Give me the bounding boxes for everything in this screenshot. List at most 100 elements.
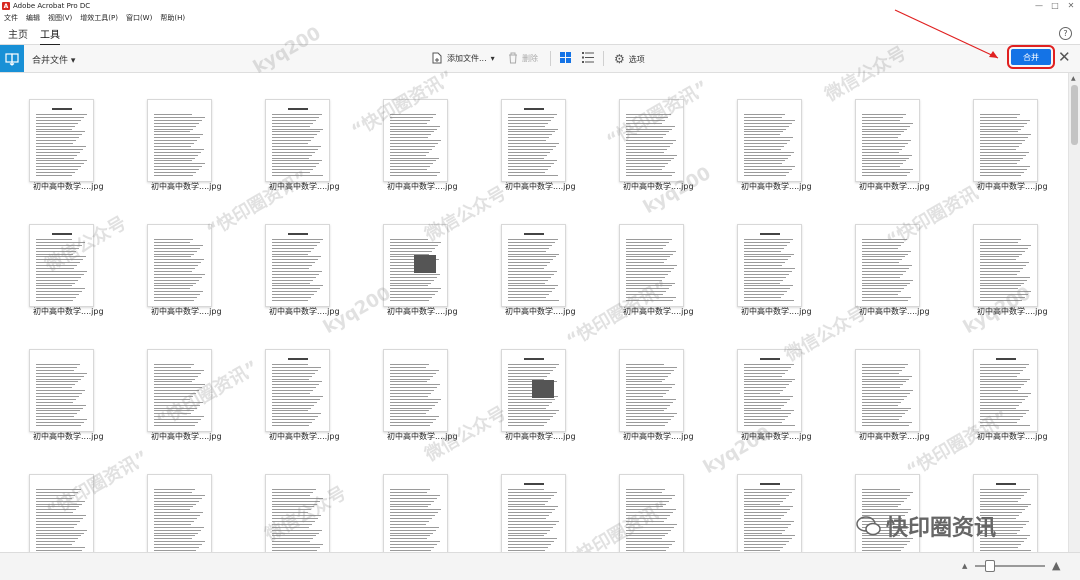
minimize-button[interactable]: — (1034, 1, 1044, 10)
delete-button[interactable]: 删除 (508, 52, 538, 64)
file-thumbnail[interactable]: 初中高中数学....jpg (826, 323, 946, 441)
menu-edit[interactable]: 编辑 (22, 13, 44, 23)
close-tool-icon[interactable]: ✕ (1058, 48, 1071, 66)
file-thumbnail[interactable]: 初中高中数学....jpg (944, 323, 1064, 441)
page-text-line (154, 535, 195, 537)
file-thumbnail[interactable]: 初中高中数学....jpg (118, 198, 238, 316)
file-thumbnail[interactable]: 初中高中数学....jpg (826, 73, 946, 191)
grid-view-button[interactable] (560, 52, 571, 63)
page-text-line (862, 279, 913, 281)
options-button[interactable]: ⚙ 选项 (614, 52, 645, 66)
vertical-scrollbar[interactable]: ▲ (1068, 73, 1080, 552)
file-thumbnail[interactable]: 初中高中数学....jpg (590, 73, 710, 191)
page-text-line (626, 241, 669, 243)
combine-files-label[interactable]: 合并文件 ▾ (32, 53, 75, 66)
file-thumbnail[interactable]: 初中高中数学....jpg (236, 73, 356, 191)
file-thumbnail[interactable]: 初中高中数学....jpg (590, 198, 710, 316)
zoom-in-icon[interactable]: ▲ (1052, 559, 1060, 572)
window-controls: — □ ✕ (1034, 1, 1076, 10)
page-text-line (626, 526, 674, 528)
file-name-label: 初中高中数学....jpg (33, 432, 104, 441)
page-text-line (36, 372, 87, 374)
slider-handle[interactable] (985, 560, 995, 572)
page-preview (29, 224, 94, 307)
file-thumbnail[interactable]: 初中高中数学....jpg (708, 198, 828, 316)
page-preview (501, 349, 566, 432)
menu-view[interactable]: 视图(V) (44, 13, 76, 23)
file-thumbnail[interactable] (0, 448, 120, 552)
page-text-line (862, 241, 904, 243)
tab-tools[interactable]: 工具 (40, 26, 60, 46)
scrollbar-thumb[interactable] (1071, 85, 1078, 145)
file-thumbnail[interactable]: 初中高中数学....jpg (472, 73, 592, 191)
file-thumbnail[interactable]: 初中高中数学....jpg (708, 323, 828, 441)
file-thumbnail[interactable]: 初中高中数学....jpg (236, 323, 356, 441)
file-thumbnail[interactable] (708, 448, 828, 552)
page-text-line (154, 395, 193, 397)
file-thumbnail[interactable]: 初中高中数学....jpg (354, 73, 474, 191)
file-thumbnail[interactable]: 初中高中数学....jpg (944, 198, 1064, 316)
page-text-line (980, 288, 1018, 290)
page-text-line (862, 148, 902, 150)
file-thumbnail[interactable] (118, 448, 238, 552)
page-text-line (980, 544, 1021, 546)
page-text-line (272, 395, 323, 397)
page-preview (737, 349, 802, 432)
menu-help[interactable]: 帮助(H) (156, 13, 189, 23)
file-thumbnail[interactable]: 初中高中数学....jpg (354, 323, 474, 441)
page-heading-line (524, 358, 544, 360)
page-text-line (508, 512, 552, 514)
zoom-out-icon[interactable]: ▲ (962, 562, 967, 570)
merge-button[interactable]: 合并 (1007, 45, 1055, 69)
file-thumbnail[interactable] (590, 448, 710, 552)
add-files-button[interactable]: 添加文件... ▾ (432, 52, 495, 64)
page-text-line (272, 518, 318, 519)
page-text-line (626, 532, 668, 534)
page-text-line (390, 244, 438, 246)
page-text-line (272, 244, 317, 246)
page-text-line (154, 494, 205, 496)
file-thumbnail[interactable]: 初中高中数学....jpg (236, 198, 356, 316)
page-text-line (626, 128, 672, 130)
file-thumbnail[interactable] (472, 448, 592, 552)
file-thumbnail[interactable] (354, 448, 474, 552)
menu-plugins[interactable]: 增效工具(P) (76, 13, 122, 23)
page-text-line (272, 520, 315, 522)
page-text-line (626, 114, 671, 115)
file-thumbnail[interactable]: 初中高中数学....jpg (708, 73, 828, 191)
page-preview (501, 224, 566, 307)
page-text-line (272, 282, 310, 284)
file-thumbnail[interactable]: 初中高中数学....jpg (944, 73, 1064, 191)
file-thumbnail[interactable]: 初中高中数学....jpg (0, 198, 120, 316)
page-text-line (980, 163, 1017, 165)
page-text-line (36, 393, 82, 394)
page-preview (855, 349, 920, 432)
file-thumbnail[interactable]: 初中高中数学....jpg (354, 198, 474, 316)
page-text-line (36, 239, 72, 240)
page-text-line (390, 529, 436, 531)
page-text-line (36, 273, 84, 275)
file-thumbnail[interactable]: 初中高中数学....jpg (472, 323, 592, 441)
page-text-line (626, 160, 671, 162)
file-thumbnail[interactable] (236, 448, 356, 552)
scroll-up-icon[interactable]: ▲ (1071, 75, 1076, 82)
page-text-line (272, 384, 319, 386)
page-text-line (626, 116, 668, 118)
close-window-button[interactable]: ✕ (1066, 1, 1076, 10)
file-thumbnail[interactable]: 初中高中数学....jpg (0, 73, 120, 191)
help-icon[interactable]: ? (1059, 27, 1072, 40)
maximize-button[interactable]: □ (1050, 1, 1060, 10)
tab-home[interactable]: 主页 (8, 26, 28, 44)
page-text-line (508, 532, 547, 534)
page-text-line (744, 244, 787, 246)
file-thumbnail[interactable]: 初中高中数学....jpg (118, 323, 238, 441)
menu-file[interactable]: 文件 (0, 13, 22, 23)
file-thumbnail[interactable]: 初中高中数学....jpg (0, 323, 120, 441)
file-thumbnail[interactable]: 初中高中数学....jpg (826, 198, 946, 316)
file-thumbnail[interactable]: 初中高中数学....jpg (590, 323, 710, 441)
list-view-button[interactable] (582, 52, 594, 63)
file-thumbnail[interactable]: 初中高中数学....jpg (118, 73, 238, 191)
menu-window[interactable]: 窗口(W) (122, 13, 156, 23)
page-text-line (36, 140, 76, 142)
file-thumbnail[interactable]: 初中高中数学....jpg (472, 198, 592, 316)
